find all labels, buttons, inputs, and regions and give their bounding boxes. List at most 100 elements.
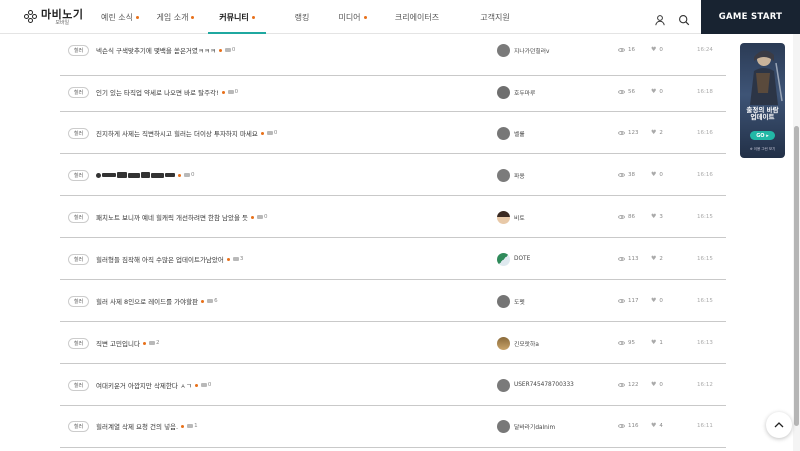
search-icon[interactable]: [678, 11, 690, 26]
avatar[interactable]: [497, 211, 510, 224]
scroll-top-button[interactable]: [766, 412, 792, 438]
post-row[interactable]: 힐러 0 파용 38 ♥ 0 16:16: [60, 154, 726, 196]
views-value: 38: [628, 172, 635, 178]
post-title-wrap[interactable]: 인기 있는 타직업 약세로 나오면 바로 탈주각! 0: [96, 86, 238, 98]
category-tag[interactable]: 힐러: [68, 421, 89, 432]
scrollbar-thumb[interactable]: [794, 126, 799, 426]
category-tag[interactable]: 힐러: [68, 212, 89, 223]
author-name[interactable]: 도펫: [514, 295, 525, 307]
post-title-wrap[interactable]: 힐러계열 삭제 요청 건의 넣음. 1: [96, 420, 198, 432]
post-title[interactable]: 여대키운거 아깝지만 삭제한다 ㅅㄱ: [96, 380, 192, 390]
post-title-wrap[interactable]: 0: [96, 169, 195, 181]
category-tag[interactable]: 힐러: [68, 338, 89, 349]
post-title-wrap[interactable]: 직변 고민입니다 2: [96, 337, 159, 349]
comment-icon: [232, 257, 239, 261]
heart-icon: ♥: [651, 213, 657, 220]
post-title-wrap[interactable]: 힐러 사제 8인으로 레이드를 가야할판 6: [96, 295, 218, 307]
post-title-wrap[interactable]: 진지하게 사제는 직변하시고 힐러는 더이상 투자하지 마세요 0: [96, 127, 277, 139]
avatar[interactable]: [497, 44, 510, 57]
category-tag[interactable]: 힐러: [68, 128, 89, 139]
nav-item-creators[interactable]: 크리에이터즈: [387, 0, 447, 34]
post-title-wrap[interactable]: 여대키운거 아깝지만 삭제한다 ㅅㄱ 0: [96, 379, 211, 391]
post-row[interactable]: 힐러 진지하게 사제는 직변하시고 힐러는 더이상 투자하지 마세요 0 벨룰 1…: [60, 112, 726, 154]
author-name[interactable]: 호두마루: [514, 86, 535, 98]
post-title-wrap[interactable]: 넥슨식 구색맞추기에 몇백을 쏟은거였ㅋㅋㅋ 0: [96, 44, 235, 56]
post-title[interactable]: 직변 고민입니다: [96, 338, 140, 348]
nav-item-support[interactable]: 고객지원: [470, 0, 520, 34]
post-row[interactable]: 힐러 직변 고민입니다 2 긴모랏하a 95 ♥ 1 16:13: [60, 322, 726, 364]
author-name[interactable]: DOTE: [514, 253, 530, 265]
heart-icon: ♥: [651, 297, 657, 304]
avatar[interactable]: [497, 86, 510, 99]
post-row[interactable]: 힐러 힐러계열 삭제 요청 건의 넣음. 1 달바라기dalnim 116 ♥ 4 …: [60, 406, 726, 448]
author-name[interactable]: 긴모랏하a: [514, 337, 539, 349]
comment-icon: [224, 48, 231, 52]
redacted-title[interactable]: [96, 172, 175, 178]
post-row[interactable]: 힐러 인기 있는 타직업 약세로 나오면 바로 탈주각! 0 호두마루 56 ♥ 0…: [60, 70, 726, 112]
avatar[interactable]: [497, 295, 510, 308]
avatar[interactable]: [497, 420, 510, 433]
views-value: 116: [628, 423, 639, 429]
category-tag[interactable]: 힐러: [68, 380, 89, 391]
post-title[interactable]: 패치노트 보니까 예네 힐캐릭 개선하려면 한참 남았을 듯: [96, 212, 248, 222]
post-title-wrap[interactable]: 패치노트 보니까 예네 힐캐릭 개선하려면 한참 남았을 듯 0: [96, 211, 268, 223]
ad-go-button[interactable]: GO ▸: [750, 131, 775, 140]
logo[interactable]: 마비노기 모바일: [24, 7, 83, 27]
page-scrollbar[interactable]: [793, 34, 800, 451]
post-row[interactable]: 힐러 힐러형들 짐작해 아직 수많은 업데이트가남았어 3 DOTE 113 ♥ 2…: [60, 238, 726, 280]
user-icon[interactable]: [654, 11, 666, 26]
likes-value: 0: [659, 172, 663, 178]
nav-item-community[interactable]: 커뮤니티: [208, 0, 266, 34]
post-title-wrap[interactable]: 힐러형들 짐작해 아직 수많은 업데이트가남았어 3: [96, 253, 243, 265]
nav-item-game-intro[interactable]: 게임 소개: [148, 0, 203, 34]
post-title[interactable]: 넥슨식 구색맞추기에 몇백을 쏟은거였ㅋㅋㅋ: [96, 45, 216, 55]
like-count: ♥ 1: [651, 337, 663, 349]
new-dot: [181, 424, 185, 428]
post-title[interactable]: 힐러 사제 8인으로 레이드를 가야할판: [96, 296, 198, 306]
post-title[interactable]: 진지하게 사제는 직변하시고 힐러는 더이상 투자하지 마세요: [96, 128, 258, 138]
category-tag[interactable]: 힐러: [68, 296, 89, 307]
category-tag[interactable]: 힐러: [68, 45, 89, 56]
nav-item-news[interactable]: 예린 소식: [95, 0, 145, 34]
author-name[interactable]: 비토: [514, 211, 525, 223]
views-value: 113: [628, 256, 639, 262]
top-header: 마비노기 모바일 예린 소식 게임 소개 커뮤니티 랭킹 미디어 크리에이터즈 …: [0, 0, 800, 34]
eye-icon: [618, 299, 625, 303]
views-value: 86: [628, 214, 635, 220]
new-dot: [142, 341, 146, 345]
category-tag[interactable]: 힐러: [68, 170, 89, 181]
view-count: 123: [618, 127, 639, 139]
game-start-button[interactable]: GAME START: [701, 0, 800, 34]
avatar[interactable]: [497, 169, 510, 182]
post-title[interactable]: 힐러형들 짐작해 아직 수많은 업데이트가남았어: [96, 254, 224, 264]
post-row[interactable]: 힐러 여대키운거 아깝지만 삭제한다 ㅅㄱ 0 USER745478700333 …: [60, 364, 726, 406]
view-count: 16: [618, 44, 635, 56]
avatar[interactable]: [497, 253, 510, 266]
comment-icon: [257, 215, 264, 219]
category-tag[interactable]: 힐러: [68, 254, 89, 265]
post-title[interactable]: 인기 있는 타직업 약세로 나오면 바로 탈주각!: [96, 87, 219, 97]
nav-label: 미디어: [338, 12, 361, 22]
post-time: 16:15: [697, 214, 713, 220]
author-name[interactable]: 벨룰: [514, 127, 525, 139]
post-row[interactable]: 힐러 힐러 사제 8인으로 레이드를 가야할판 6 도펫 117 ♥ 0 16:15: [60, 280, 726, 322]
avatar[interactable]: [497, 127, 510, 140]
author-name[interactable]: 달바라기dalnim: [514, 420, 555, 432]
comment-count: 2: [155, 340, 160, 346]
author-name[interactable]: USER745478700333: [514, 379, 574, 391]
category-tag[interactable]: 힐러: [68, 87, 89, 98]
nav-item-media[interactable]: 미디어: [330, 0, 375, 34]
nav-label: 고객지원: [480, 12, 510, 22]
side-ad-banner[interactable]: 출정의 바람 업데이트 GO ▸ ※ 이용 그런 보기: [740, 43, 785, 158]
likes-value: 3: [659, 214, 663, 220]
avatar[interactable]: [497, 379, 510, 392]
post-title[interactable]: 힐러계열 삭제 요청 건의 넣음.: [96, 421, 178, 431]
eye-icon: [618, 424, 625, 428]
new-dot: [178, 173, 181, 177]
like-count: ♥ 3: [651, 211, 663, 223]
post-row[interactable]: 힐러 패치노트 보니까 예네 힐캐릭 개선하려면 한참 남았을 듯 0 비토 86…: [60, 196, 726, 238]
nav-item-ranking[interactable]: 랭킹: [282, 0, 322, 34]
author-name[interactable]: 지나가던힐러v: [514, 44, 549, 56]
avatar[interactable]: [497, 337, 510, 350]
author-name[interactable]: 파용: [514, 169, 525, 181]
